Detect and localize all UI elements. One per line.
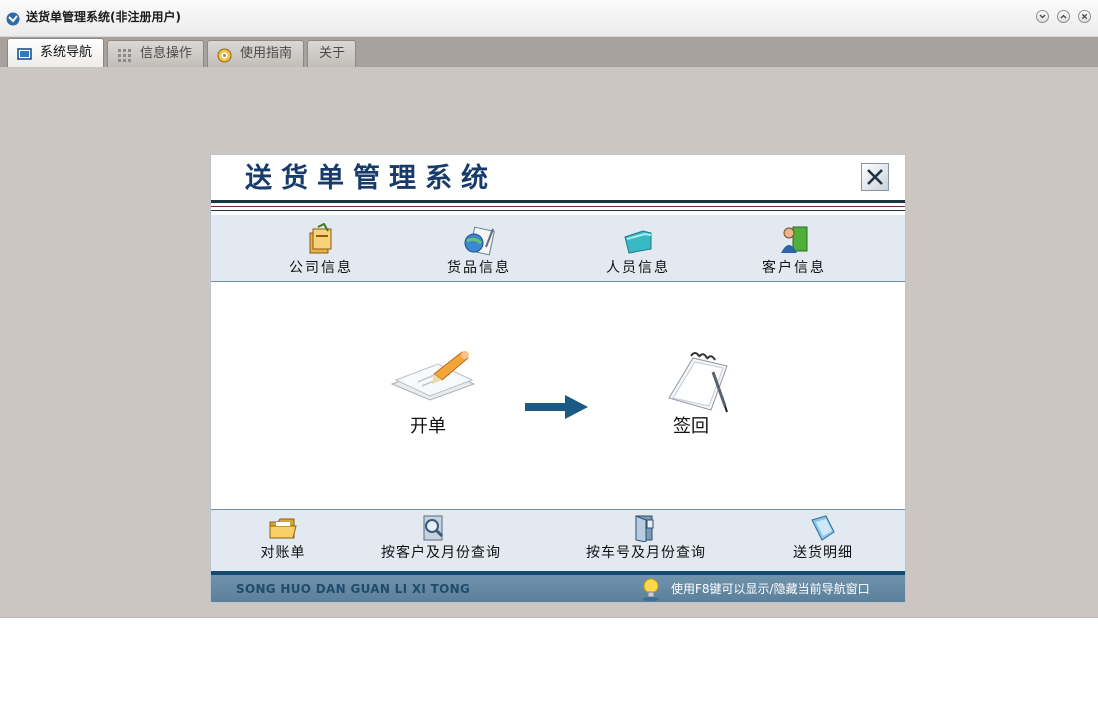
chevron-down-icon — [1039, 14, 1046, 19]
system-title: 送货单管理系统 — [245, 163, 497, 194]
minimize-button[interactable] — [1036, 10, 1049, 23]
monitor-icon — [17, 45, 32, 60]
footer-pinyin-label: SONG HUO DAN GUAN LI XI TONG — [236, 582, 471, 596]
nav-delivery-detail[interactable]: 送货明细 — [786, 510, 860, 570]
app-window: 送货单管理系统(非注册用户) 系统导航 信息操作 使用指南 关于 送货单管理系统… — [0, 0, 1098, 618]
customer-icon — [777, 223, 811, 257]
nav-staff-info[interactable]: 人员信息 — [578, 215, 698, 281]
folder-icon — [621, 223, 655, 257]
door-icon — [630, 514, 660, 543]
lightbulb-icon — [639, 577, 663, 601]
nav-company-info[interactable]: 公司信息 — [261, 215, 381, 281]
bookmark-icon — [808, 514, 838, 542]
status-footer: SONG HUO DAN GUAN LI XI TONG 使用F8键可以显示/隐… — [211, 575, 905, 602]
close-button[interactable] — [1078, 10, 1091, 23]
close-icon — [1081, 13, 1088, 20]
help-icon — [217, 47, 232, 63]
panel-close-button[interactable] — [861, 163, 889, 191]
top-nav: 公司信息 货品信息 人员信息 客户信息 — [211, 215, 905, 282]
open-folder-icon — [268, 514, 298, 542]
main-area: 开单 签回 — [211, 282, 905, 509]
app-logo-icon — [6, 11, 20, 26]
tab-user-guide[interactable]: 使用指南 — [207, 40, 304, 67]
divider — [211, 200, 905, 203]
notepad-icon — [651, 344, 741, 414]
divider — [211, 206, 905, 207]
grid-icon — [117, 47, 132, 62]
nav-goods-info[interactable]: 货品信息 — [419, 215, 539, 281]
nav-query-by-vehicle[interactable]: 按车号及月份查询 — [576, 510, 716, 570]
tab-info-ops[interactable]: 信息操作 — [107, 40, 204, 67]
sign-return-button[interactable]: 签回 — [626, 282, 756, 442]
arrow-right-icon — [525, 395, 588, 419]
divider — [211, 210, 905, 211]
chevron-up-icon — [1060, 14, 1067, 19]
title-bar: 送货单管理系统(非注册用户) — [0, 0, 1098, 37]
tab-about[interactable]: 关于 — [307, 40, 356, 67]
pen-paper-icon — [388, 344, 478, 414]
company-icon — [304, 222, 338, 257]
navigation-panel: 送货单管理系统 公司信息 货品信息 人员信息 客户信息 开单 签回 对账单 按客… — [210, 154, 906, 603]
bottom-nav: 对账单 按客户及月份查询 按车号及月份查询 送货明细 — [211, 509, 905, 576]
nav-query-by-customer[interactable]: 按客户及月份查询 — [371, 510, 511, 570]
nav-customer-info[interactable]: 客户信息 — [734, 215, 854, 281]
open-order-button[interactable]: 开单 — [363, 282, 493, 442]
nav-statement[interactable]: 对账单 — [251, 510, 315, 570]
tab-strip: 系统导航 信息操作 使用指南 关于 — [0, 37, 1098, 67]
tab-system-nav[interactable]: 系统导航 — [7, 38, 104, 67]
window-title: 送货单管理系统(非注册用户) — [26, 10, 181, 24]
goods-icon — [462, 223, 496, 257]
magnifier-doc-icon — [418, 514, 448, 542]
footer-hint: 使用F8键可以显示/隐藏当前导航窗口 — [671, 582, 870, 596]
restore-button[interactable] — [1057, 10, 1070, 23]
close-icon — [867, 169, 883, 185]
